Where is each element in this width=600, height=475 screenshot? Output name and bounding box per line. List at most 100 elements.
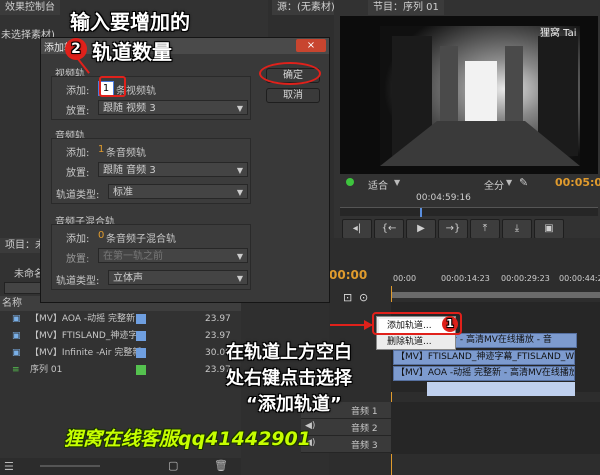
dropdown-value: 标准 xyxy=(113,187,133,198)
dropdown-value: 跟随 视频 3 xyxy=(103,103,156,114)
list-item[interactable]: ▣ 【MV】Infinite -Air 完整新 30.00 xyxy=(0,345,240,362)
instruction-line2: 处右键点击选择 xyxy=(226,368,352,389)
play-indicator xyxy=(346,178,354,186)
submix-type-dropdown[interactable]: 立体声 ▼ xyxy=(108,270,248,285)
tab-source[interactable]: 源：(无素材) xyxy=(272,0,340,15)
label-color-swatch xyxy=(136,314,146,324)
delete-icon[interactable]: 🗑 xyxy=(214,459,228,472)
timeline-clip[interactable]: 【MV】FTISLAND_神迹字幕_FTISLAND_Wind_MV xyxy=(393,350,575,365)
transport-controls: ◂| {← ▶ →} ⤒ ⤓ ▣ xyxy=(340,219,598,239)
audio-group: 添加: 1 条音频轨 放置: 跟随 音频 3 ▼ 轨道类型: 标准 ▼ xyxy=(51,138,251,204)
tab-program[interactable]: 节目：序列 01 xyxy=(368,0,444,15)
submix-add-unit: 条音频子混合轨 xyxy=(106,234,176,245)
audio-placement-label: 放置: xyxy=(66,168,90,179)
cancel-button[interactable]: 取消 xyxy=(266,88,320,103)
close-icon[interactable]: × xyxy=(296,39,326,52)
current-timecode: 00:05:04 xyxy=(555,176,600,189)
audio-type-label: 轨道类型: xyxy=(56,190,100,201)
menu-item-delete-track[interactable]: 删除轨道... xyxy=(379,335,453,349)
ruler-tick-label: 00:00:44:22 xyxy=(559,274,600,283)
project-bottom-toolbar: ☰ ▢ 🗑 xyxy=(0,458,241,475)
goto-out-icon[interactable]: →} xyxy=(438,219,468,239)
track-label: 音频 1 xyxy=(351,407,378,417)
track-label: 音频 3 xyxy=(351,441,378,451)
ruler-tick-label: 00:00:29:23 xyxy=(501,274,550,283)
instruction-line1: 在轨道上方空白 xyxy=(226,342,352,363)
submix-placement-label: 放置: xyxy=(66,254,90,265)
submix-type-label: 轨道类型: xyxy=(56,276,100,287)
video-add-label: 添加: xyxy=(66,86,90,97)
clip-icon: ▣ xyxy=(12,331,21,341)
list-item-name: 【MV】AOA -动摇 完整新 xyxy=(30,314,135,324)
dropdown-value: 立体声 xyxy=(113,273,143,284)
marker-icon[interactable]: ⊙ xyxy=(359,291,368,304)
timeline-clip[interactable]: 【MV】AOA -动摇 完整新 - 高清MV在线播放 - 音 xyxy=(393,366,575,381)
list-item[interactable]: ▣ 【MV】FTISLAND_神迹字 23.97 xyxy=(0,328,240,345)
audio-type-dropdown[interactable]: 标准 ▼ xyxy=(108,184,248,199)
chevron-down-icon: ▼ xyxy=(236,188,243,197)
export-frame-icon[interactable]: ▣ xyxy=(534,219,564,239)
label-color-swatch xyxy=(136,365,146,375)
clip-label: 【MV】AOA -动摇 完整新 - 高清MV在线播放 - 音 xyxy=(396,368,575,378)
list-item[interactable]: ▣ 【MV】AOA -动摇 完整新 23.97 xyxy=(0,311,240,328)
slider-handle[interactable] xyxy=(40,465,100,467)
snap-icon[interactable]: ⊡ xyxy=(343,291,352,304)
work-area-bar[interactable] xyxy=(391,292,600,298)
audio-add-unit: 条音频轨 xyxy=(106,148,146,159)
ruler-tick-label: 00:00:14:23 xyxy=(441,274,490,283)
track-label: 音频 2 xyxy=(351,424,378,434)
dropdown-value: 跟随 音频 3 xyxy=(103,165,156,176)
audio-track-3[interactable]: ◀) 音频 3 xyxy=(301,436,391,453)
sequence-icon: ≡ xyxy=(12,365,20,375)
extract-icon[interactable]: ⤓ xyxy=(502,219,532,239)
video-placement-dropdown[interactable]: 跟随 视频 3 ▼ xyxy=(98,100,248,115)
new-bin-icon[interactable]: ▢ xyxy=(168,459,178,472)
label-color-swatch xyxy=(136,348,146,358)
submix-add-count-input[interactable]: 0 xyxy=(98,230,104,241)
list-view-icon[interactable]: ☰ xyxy=(4,460,14,473)
clip-icon: ▣ xyxy=(12,348,21,358)
contact-text: 狸窝在线客服qq41442901 xyxy=(64,428,311,450)
program-monitor: 节目：序列 01 狸窝 Tai 适合 ▼ 全分 ▼ ✎ 00:05:04 00:… xyxy=(334,0,600,239)
submix-group: 添加: 0 条音频子混合轨 放置: 在第一轨之前 ▼ 轨道类型: 立体声 ▼ xyxy=(51,224,251,290)
monitor-scrub-bar[interactable] xyxy=(340,207,598,217)
ruler-tick-label: 00:00 xyxy=(393,274,417,283)
step1-badge: 1 xyxy=(442,316,458,332)
fit-dropdown[interactable]: 适合 xyxy=(368,177,388,192)
quality-chevron-icon[interactable]: ▼ xyxy=(506,178,512,187)
in-timecode: 00:04:59:16 xyxy=(416,193,471,203)
instruction-line3: “添加轨道” xyxy=(246,394,342,415)
clip-label: 【MV】FTISLAND_神迹字幕_FTISLAND_Wind_MV xyxy=(396,352,575,362)
chevron-down-icon: ▼ xyxy=(236,274,243,283)
video-frame: 狸窝 Tai xyxy=(340,16,598,174)
chevron-down-icon: ▼ xyxy=(236,252,243,261)
play-icon[interactable]: ▶ xyxy=(406,219,436,239)
audio-track-2[interactable]: ◀) 音频 2 xyxy=(301,419,391,436)
project-list: ▣ 【MV】AOA -动摇 完整新 23.97 ▣ 【MV】FTISLAND_神… xyxy=(0,311,241,391)
lift-icon[interactable]: ⤒ xyxy=(470,219,500,239)
watermark-text: 狸窝 Tai xyxy=(540,28,577,39)
audio-clip[interactable] xyxy=(427,382,575,396)
goto-in-icon[interactable]: {← xyxy=(374,219,404,239)
submix-placement-dropdown[interactable]: 在第一轨之前 ▼ xyxy=(98,248,248,263)
wrench-icon[interactable]: ✎ xyxy=(519,176,528,189)
step-back-icon[interactable]: ◂| xyxy=(342,219,372,239)
list-item-name: 【MV】FTISLAND_神迹字 xyxy=(30,331,138,341)
video-group: 添加: 1 条视频轨 放置: 跟随 视频 3 ▼ xyxy=(51,76,251,120)
audio-placement-dropdown[interactable]: 跟随 音频 3 ▼ xyxy=(98,162,248,177)
audio-track-area[interactable] xyxy=(391,402,600,454)
fit-chevron-icon[interactable]: ▼ xyxy=(394,178,400,187)
list-item-name: 【MV】Infinite -Air 完整新 xyxy=(30,348,142,358)
list-item[interactable]: ≡ 序列 01 23.97 xyxy=(0,362,240,379)
arrow-head xyxy=(364,320,373,330)
highlight-ring-input xyxy=(99,76,126,97)
ruler[interactable]: 00:00 00:00:14:23 00:00:29:23 00:00:44:2… xyxy=(391,272,600,300)
quality-dropdown[interactable]: 全分 xyxy=(484,177,504,192)
playhead-marker[interactable] xyxy=(420,208,422,217)
timeline-timecode: 00:00 xyxy=(329,268,368,282)
audio-add-count-input[interactable]: 1 xyxy=(98,144,104,155)
tab-effect-controls[interactable]: 效果控制台 xyxy=(0,0,60,15)
highlight-ring-ok xyxy=(259,62,321,85)
frame-rate: 23.97 xyxy=(205,314,231,324)
corridor-video-image xyxy=(340,16,598,174)
